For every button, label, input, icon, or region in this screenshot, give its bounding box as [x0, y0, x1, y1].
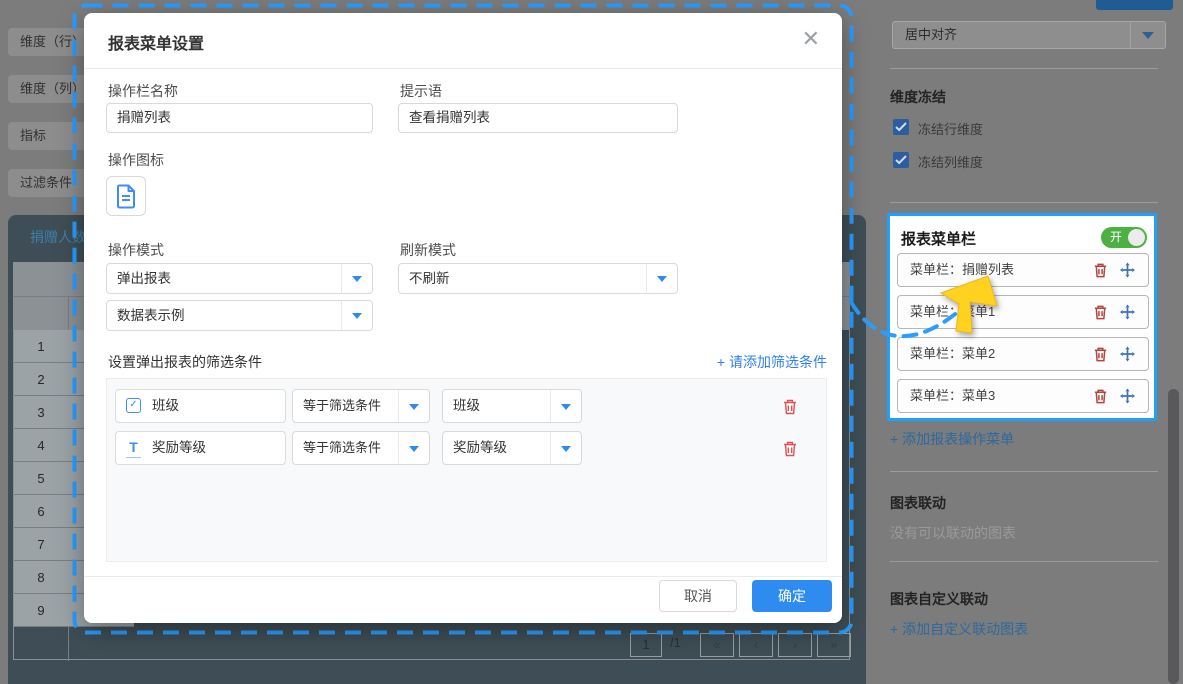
- add-custom-linkage-link[interactable]: + 添加自定义联动图表: [890, 619, 1028, 639]
- add-report-menu-link[interactable]: + 添加报表操作菜单: [890, 429, 1014, 449]
- app-stage: 维度（行） 维度（列） 指标 过滤条件 捐赠人数统计 1 2 3 4 5 6 7…: [0, 0, 1183, 684]
- filter-section-title: 设置弹出报表的筛选条件: [108, 354, 262, 370]
- text-field-icon: T: [126, 440, 141, 458]
- vertical-scrollbar[interactable]: [1168, 389, 1179, 684]
- filter-op-select[interactable]: 等于筛选条件: [292, 431, 430, 465]
- check-icon: [895, 155, 907, 165]
- check-icon: [895, 122, 907, 132]
- filter-value-select[interactable]: 奖励等级: [442, 431, 582, 465]
- chevron-down-icon[interactable]: [550, 390, 581, 422]
- filter-row: T 奖励等级 等于筛选条件 奖励等级: [107, 431, 826, 465]
- tip-field-label: 提示语: [400, 83, 442, 99]
- toggle-knob: [1128, 229, 1145, 246]
- name-input[interactable]: 捐赠列表: [106, 103, 373, 133]
- chevron-down-icon[interactable]: [398, 432, 429, 464]
- linkage-empty-text: 没有可以联动的图表: [890, 525, 1016, 541]
- menu-item-1[interactable]: 菜单栏：菜单1: [897, 295, 1149, 329]
- add-filter-link[interactable]: + 请添加筛选条件: [717, 352, 827, 372]
- chevron-down-icon[interactable]: [646, 264, 677, 293]
- filter-panel: ✓ 班级 等于筛选条件 班级 T 奖励等级 等于筛选条件 奖励等级: [106, 378, 827, 562]
- report-menu-bar-title: 报表菜单栏: [901, 231, 977, 248]
- freeze-col-checkbox[interactable]: [893, 152, 909, 168]
- chevron-down-icon[interactable]: [398, 390, 429, 422]
- menu-bar-toggle[interactable]: 开: [1101, 227, 1147, 248]
- mode-select[interactable]: 弹出报表: [106, 263, 373, 294]
- confirm-button[interactable]: 确定: [752, 580, 832, 612]
- freeze-col-label: 冻结列维度: [918, 155, 984, 170]
- filter-row: ✓ 班级 等于筛选条件 班级: [107, 389, 826, 423]
- document-icon: [117, 184, 135, 209]
- move-icon[interactable]: [1120, 388, 1135, 409]
- custom-linkage-title: 图表自定义联动: [890, 591, 988, 607]
- align-select[interactable]: 居中对齐: [892, 21, 1166, 49]
- report-menu-bar-section: 报表菜单栏 开 菜单栏：捐赠列表 菜单栏：菜单1 菜单栏：菜单2 菜单栏：菜单3: [887, 213, 1157, 421]
- filter-op-select[interactable]: 等于筛选条件: [292, 389, 430, 423]
- prev-page-button[interactable]: ‹: [739, 633, 773, 657]
- freeze-row-checkbox[interactable]: [893, 119, 909, 135]
- freeze-row-label: 冻结行维度: [918, 122, 984, 137]
- filter-field-box[interactable]: T 奖励等级: [115, 431, 286, 465]
- close-icon[interactable]: ✕: [802, 26, 820, 52]
- menu-item-donation-list[interactable]: 菜单栏：捐赠列表: [897, 253, 1149, 287]
- filter-field-box[interactable]: ✓ 班级: [115, 389, 286, 423]
- toggle-on-label: 开: [1110, 230, 1123, 244]
- first-page-button[interactable]: «: [700, 633, 734, 657]
- align-select-value: 居中对齐: [905, 27, 958, 42]
- move-icon[interactable]: [1120, 304, 1135, 325]
- chevron-down-icon[interactable]: [341, 264, 372, 293]
- delete-filter-icon[interactable]: [782, 440, 798, 462]
- linkage-section-title: 图表联动: [890, 495, 946, 511]
- page-total: /1: [670, 635, 681, 650]
- dialog-title: 报表菜单设置: [108, 36, 205, 53]
- delete-icon[interactable]: [1093, 262, 1108, 283]
- top-toolbar-button[interactable]: [1096, 0, 1173, 10]
- enum-field-icon: ✓: [126, 398, 141, 413]
- page-number-box[interactable]: 1: [630, 633, 662, 657]
- icon-picker-button[interactable]: [106, 176, 146, 216]
- delete-icon[interactable]: [1093, 346, 1108, 367]
- report-select[interactable]: 数据表示例: [106, 300, 373, 331]
- delete-filter-icon[interactable]: [782, 398, 798, 420]
- mode-field-label: 操作模式: [108, 242, 164, 258]
- menu-item-3[interactable]: 菜单栏：菜单3: [897, 379, 1149, 413]
- chevron-down-icon[interactable]: [1130, 22, 1165, 48]
- chevron-down-icon[interactable]: [550, 432, 581, 464]
- last-page-button[interactable]: »: [817, 633, 851, 657]
- cancel-button[interactable]: 取消: [659, 580, 737, 612]
- freeze-section-title: 维度冻结: [890, 89, 946, 105]
- next-page-button[interactable]: ›: [778, 633, 812, 657]
- report-menu-settings-dialog: 报表菜单设置 ✕ 操作栏名称 提示语 捐赠列表 查看捐赠列表 操作图标 操作模式…: [84, 13, 842, 623]
- tip-input[interactable]: 查看捐赠列表: [398, 103, 678, 133]
- chevron-down-icon[interactable]: [341, 301, 372, 330]
- delete-icon[interactable]: [1093, 388, 1108, 409]
- refresh-field-label: 刷新模式: [400, 242, 456, 258]
- move-icon[interactable]: [1120, 262, 1135, 283]
- move-icon[interactable]: [1120, 346, 1135, 367]
- menu-item-2[interactable]: 菜单栏：菜单2: [897, 337, 1149, 371]
- delete-icon[interactable]: [1093, 304, 1108, 325]
- refresh-select[interactable]: 不刷新: [398, 263, 678, 294]
- icon-field-label: 操作图标: [108, 152, 164, 168]
- name-field-label: 操作栏名称: [108, 83, 178, 99]
- filter-value-select[interactable]: 班级: [442, 389, 582, 423]
